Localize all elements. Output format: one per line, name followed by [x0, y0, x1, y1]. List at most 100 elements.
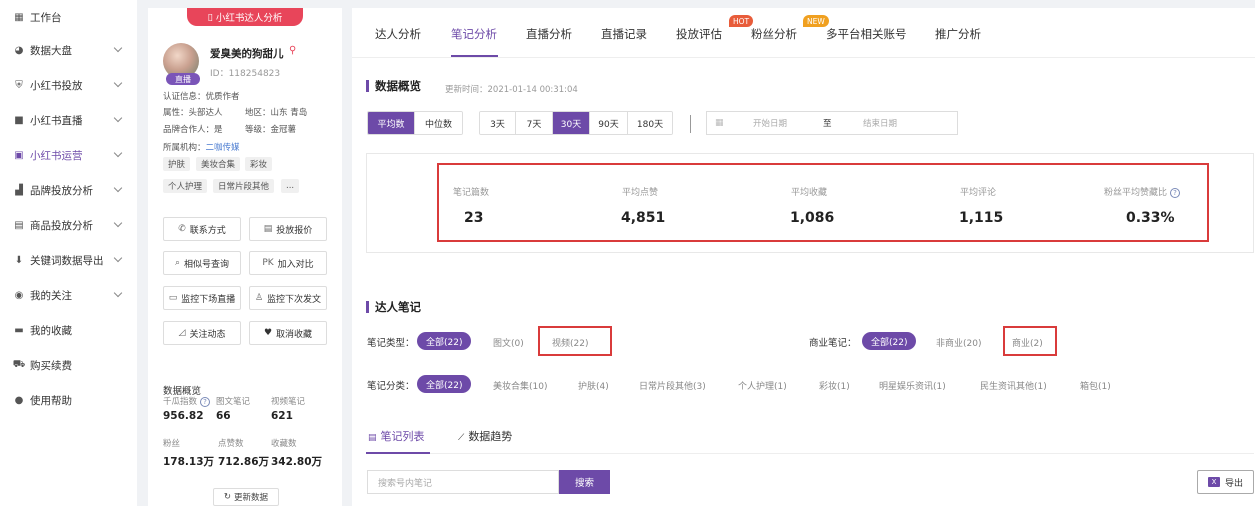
- ad-price-button[interactable]: ▤ 投放报价: [249, 217, 327, 241]
- metric-label: 平均评论: [960, 188, 997, 198]
- nav-item-product-analysis[interactable]: ▤ 商品投放分析: [0, 210, 137, 240]
- cat-item[interactable]: 个人护理(1): [738, 379, 787, 392]
- tag[interactable]: 个人护理: [163, 179, 208, 193]
- cat-item[interactable]: 明星娱乐资讯(1): [879, 379, 946, 392]
- contact-button[interactable]: ✆ 联系方式: [163, 217, 241, 241]
- range-30d[interactable]: 30天: [553, 112, 590, 134]
- metric-label: 粉丝平均赞藏比?: [1104, 185, 1181, 198]
- date-end[interactable]: 结束日期: [863, 117, 897, 129]
- tag-more[interactable]: ...: [281, 179, 300, 193]
- tab-kol-analysis[interactable]: 达人分析: [375, 26, 421, 42]
- help-icon: ●: [14, 394, 24, 406]
- date-start[interactable]: 开始日期: [753, 117, 813, 129]
- biz-commercial[interactable]: 商业(2): [1012, 336, 1043, 349]
- cat-item[interactable]: 箱包(1): [1080, 379, 1111, 392]
- tag[interactable]: 美妆合集: [196, 157, 241, 171]
- subtab-data-trend[interactable]: ⟋ 数据趋势: [458, 428, 512, 444]
- range-90d[interactable]: 90天: [590, 112, 628, 134]
- org-link[interactable]: 二咖传媒: [206, 143, 240, 153]
- cat-item[interactable]: 彩妆(1): [819, 379, 850, 392]
- nav-item-keyword-export[interactable]: ⬇ 关键词数据导出: [0, 245, 137, 275]
- mode-average[interactable]: 平均数: [368, 112, 415, 134]
- box-icon: ▤: [14, 219, 24, 231]
- brand-info: 品牌合作人：是: [163, 125, 223, 135]
- type-all[interactable]: 全部(22): [417, 332, 472, 350]
- tab-notes-analysis[interactable]: 笔记分析: [451, 26, 497, 42]
- subtab-divider: [366, 453, 1254, 454]
- note-type-label: 笔记类型：: [367, 338, 415, 349]
- tag[interactable]: 护肤: [163, 157, 191, 171]
- cat-item[interactable]: 民生资讯其他(1): [980, 379, 1047, 392]
- bar-icon: ▟: [15, 184, 23, 196]
- monitor-live-button[interactable]: ▭ 监控下场直播: [163, 286, 241, 310]
- nav-item-purchase[interactable]: ⛟ 购买续费: [0, 350, 137, 380]
- follow-updates-button[interactable]: ◿ 关注动态: [163, 321, 241, 345]
- calendar-icon: ▦: [715, 118, 724, 128]
- nav-item-brand-analysis[interactable]: ▟ 品牌投放分析: [0, 175, 137, 205]
- range-180d[interactable]: 180天: [628, 112, 672, 134]
- range-3d[interactable]: 3天: [480, 112, 516, 134]
- chevron-down-icon: [113, 288, 123, 298]
- excel-icon: X: [1207, 477, 1220, 487]
- tab-ad-eval[interactable]: 投放评估: [676, 26, 722, 42]
- tab-bar: 达人分析 笔记分析 直播分析 直播记录 投放评估 粉丝分析 HOT 多平台相关账…: [352, 8, 1255, 58]
- monitor-post-button[interactable]: ♙ 监控下次发文: [249, 286, 327, 310]
- nav-item-workbench[interactable]: ▦ 工作台: [0, 2, 137, 32]
- unfavorite-button[interactable]: ♥ 取消收藏: [249, 321, 327, 345]
- question-icon[interactable]: ?: [200, 396, 211, 407]
- tag[interactable]: 日常片段其他: [213, 179, 275, 193]
- range-toggle: 3天 7天 30天 90天 180天: [479, 111, 673, 135]
- biz-non[interactable]: 非商业(20): [936, 336, 981, 349]
- mode-median[interactable]: 中位数: [415, 112, 462, 134]
- subtab-note-list[interactable]: ▤ 笔记列表: [368, 428, 425, 444]
- tab-fans-analysis[interactable]: 粉丝分析: [751, 26, 797, 42]
- tab-live-records[interactable]: 直播记录: [601, 26, 647, 42]
- phone-icon: ✆: [178, 224, 186, 234]
- nav-item-xhs-ads[interactable]: ⛨ 小红书投放: [0, 70, 137, 100]
- stat-label: 千瓜指数?: [163, 395, 211, 407]
- biz-label: 商业笔记：: [809, 338, 857, 349]
- tag[interactable]: 彩妆: [245, 157, 273, 171]
- refresh-button[interactable]: ↻ 更新数据: [213, 488, 279, 506]
- type-video[interactable]: 视频(22): [552, 336, 588, 349]
- tab-live-analysis[interactable]: 直播分析: [526, 26, 572, 42]
- user-watch-icon: ♙: [254, 293, 264, 303]
- chevron-down-icon: [113, 218, 123, 228]
- search-button[interactable]: 搜索: [559, 470, 610, 494]
- metric-label: 平均点赞: [622, 188, 659, 198]
- type-image[interactable]: 图文(0): [493, 336, 524, 349]
- nav-item-xhs-live[interactable]: ■ 小红书直播: [0, 105, 137, 135]
- shield-icon: ⛨: [15, 79, 23, 91]
- monitor-icon: ▭: [168, 293, 178, 303]
- range-7d[interactable]: 7天: [516, 112, 553, 134]
- nav-item-dashboard[interactable]: ◕ 数据大盘: [0, 35, 137, 65]
- tab-multi-platform[interactable]: 多平台相关账号: [826, 26, 907, 42]
- chevron-down-icon: [113, 113, 123, 123]
- nav-item-xhs-ops[interactable]: ▣ 小红书运营: [0, 140, 137, 170]
- profile-panel: ▯ 小红书达人分析 直播 爱臭美的狗甜儿 ⚲ ID：118254823 认证信息：…: [148, 8, 342, 506]
- question-icon[interactable]: ?: [1170, 187, 1181, 198]
- nav-item-follow[interactable]: ◉ 我的关注: [0, 280, 137, 310]
- chevron-down-icon: [113, 78, 123, 88]
- cat-all[interactable]: 全部(22): [417, 375, 472, 393]
- cat-item[interactable]: 日常片段其他(3): [639, 379, 706, 392]
- metric-value: 4,851: [621, 210, 666, 226]
- doc-icon: ▤: [263, 224, 273, 234]
- biz-all[interactable]: 全部(22): [862, 332, 917, 350]
- cat-item[interactable]: 护肤(4): [578, 379, 609, 392]
- add-compare-button[interactable]: PK 加入对比: [249, 251, 327, 275]
- export-button[interactable]: X 导出: [1197, 470, 1254, 494]
- nav-item-favorites[interactable]: ▬ 我的收藏: [0, 315, 137, 345]
- hot-badge: HOT: [729, 15, 754, 27]
- pin-icon[interactable]: ⚲: [289, 45, 296, 56]
- cat-item[interactable]: 美妆合集(10): [493, 379, 547, 392]
- metric-value: 0.33%: [1126, 210, 1175, 226]
- profile-id: ID：118254823: [210, 69, 281, 79]
- stat-label: 收藏数: [271, 439, 297, 449]
- nav-item-help[interactable]: ● 使用帮助: [0, 385, 137, 415]
- similar-search-button[interactable]: ⌕ 相似号查询: [163, 251, 241, 275]
- tab-promotion-analysis[interactable]: 推广分析: [935, 26, 981, 42]
- date-range-picker[interactable]: ▦ 开始日期 至 结束日期: [706, 111, 958, 135]
- stat-label: 图文笔记: [216, 397, 251, 407]
- note-search-input[interactable]: 搜索号内笔记: [367, 470, 559, 494]
